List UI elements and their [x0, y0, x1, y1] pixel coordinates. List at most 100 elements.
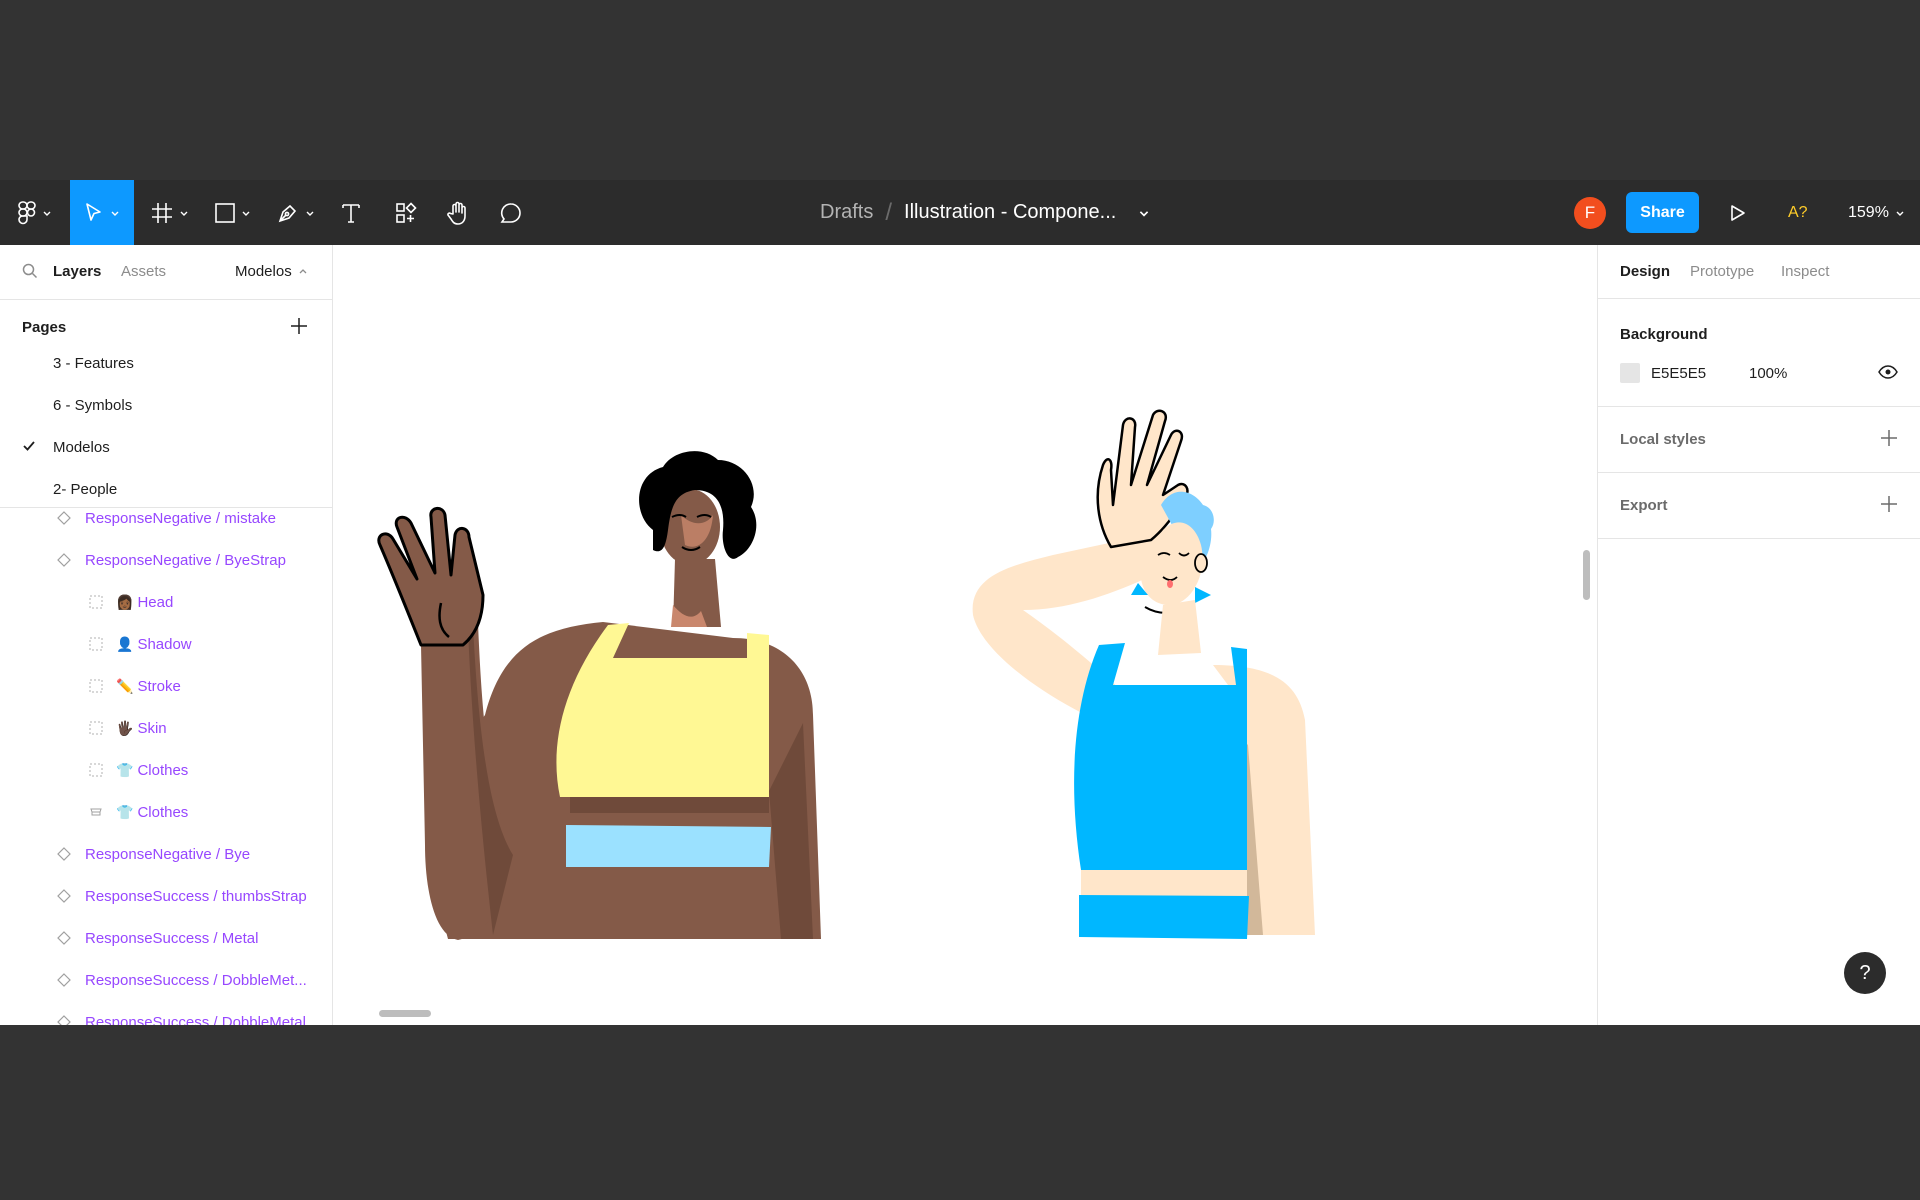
chevron-down-icon — [43, 211, 51, 216]
layer-row[interactable]: 👕 Clothes — [0, 749, 332, 791]
chevron-down-icon — [242, 211, 250, 216]
breadcrumb: Drafts / Illustration - Compone... — [820, 180, 1150, 245]
plus-icon[interactable] — [1880, 429, 1898, 447]
eye-icon[interactable] — [1878, 364, 1898, 380]
chevron-down-icon — [111, 211, 119, 216]
page-item-selected[interactable]: Modelos — [0, 426, 332, 468]
chevron-down-icon[interactable] — [1138, 207, 1150, 219]
layer-row[interactable]: 👤 Shadow — [0, 623, 332, 665]
frame-dashed-icon — [88, 720, 104, 736]
pen-tool-button[interactable] — [268, 180, 324, 245]
chevron-up-icon — [299, 268, 307, 273]
component-icon — [56, 510, 72, 526]
plus-icon[interactable] — [1880, 495, 1898, 513]
plus-icon[interactable] — [289, 316, 309, 336]
frame-tool-button[interactable] — [142, 180, 198, 245]
page-label: 2- People — [53, 480, 118, 498]
layer-row[interactable]: 👕 Clothes — [0, 791, 332, 833]
export-section: Export — [1598, 473, 1920, 539]
hand-emoji-icon: 🖐🏿 — [116, 719, 134, 736]
accessibility-badge[interactable]: A? — [1788, 180, 1808, 245]
resources-button[interactable] — [388, 180, 424, 245]
layer-row[interactable]: ResponseSuccess / Metal — [0, 917, 332, 959]
frame-dashed-icon — [88, 678, 104, 694]
layer-row[interactable]: ResponseNegative / ByeStrap — [0, 539, 332, 581]
text-tool-icon — [342, 203, 360, 223]
page-selector[interactable]: Modelos — [235, 263, 308, 280]
horizontal-scrollbar[interactable] — [379, 1010, 431, 1017]
background-hex-input[interactable]: E5E5E5 — [1651, 365, 1706, 382]
layer-label: 👤 Shadow — [116, 635, 192, 653]
tab-layers[interactable]: Layers — [53, 263, 101, 280]
layer-label: ResponseNegative / mistake — [85, 509, 276, 527]
vertical-scrollbar[interactable] — [1583, 550, 1590, 600]
layer-label: ResponseSuccess / thumbsStrap — [85, 887, 307, 905]
head-emoji-icon: 👩🏾 — [116, 593, 134, 610]
layer-row[interactable]: 🖐🏿 Skin — [0, 707, 332, 749]
pages-title: Pages — [22, 319, 67, 336]
present-button[interactable] — [1720, 180, 1756, 245]
layer-row[interactable]: ResponseSuccess / DobbleMetal — [0, 1001, 332, 1026]
page-label: 6 - Symbols — [53, 396, 133, 414]
facepalm-woman-illustration[interactable] — [972, 409, 1315, 939]
page-item[interactable]: 2- People — [0, 468, 332, 507]
shirt-emoji-icon: 👕 — [116, 803, 134, 820]
current-page-label: Modelos — [235, 263, 292, 280]
zoom-dropdown[interactable]: 159% — [1848, 180, 1905, 245]
page-item[interactable]: 6 - Symbols — [0, 384, 332, 426]
background-section: Background E5E5E5 100% — [1598, 299, 1920, 407]
layer-row[interactable]: ResponseNegative / mistake — [0, 508, 332, 539]
background-opacity-input[interactable]: 100% — [1749, 365, 1787, 382]
background-color-swatch[interactable] — [1620, 363, 1640, 383]
tab-prototype[interactable]: Prototype — [1690, 263, 1754, 280]
checkmark-icon — [23, 441, 35, 451]
move-tool-button[interactable] — [70, 180, 134, 245]
layer-row[interactable]: 👩🏾 Head — [0, 581, 332, 623]
page-item[interactable]: 3 - Features — [0, 353, 332, 384]
tab-inspect[interactable]: Inspect — [1781, 263, 1829, 280]
page-label: Modelos — [53, 438, 110, 456]
waving-woman-illustration[interactable] — [377, 451, 821, 940]
figma-menu-icon — [18, 200, 36, 224]
component-icon — [56, 846, 72, 862]
breadcrumb-separator: / — [885, 198, 893, 226]
left-sidebar: Layers Assets Modelos Pages 3 - Features… — [0, 245, 333, 1025]
layer-label: 👩🏾 Head — [116, 593, 174, 611]
frame-dashed-icon — [88, 594, 104, 610]
file-name[interactable]: Illustration - Compone... — [904, 201, 1116, 224]
shadow-emoji-icon: 👤 — [116, 635, 134, 652]
layer-label: ResponseNegative / Bye — [85, 845, 251, 863]
layer-label: ResponseSuccess / DobbleMetal — [85, 1013, 306, 1026]
layer-row[interactable]: ResponseSuccess / DobbleMet... — [0, 959, 332, 1001]
illustration-artwork[interactable] — [333, 245, 1597, 1025]
comment-tool-button[interactable] — [493, 180, 529, 245]
help-button[interactable]: ? — [1844, 952, 1886, 994]
background-title: Background — [1620, 326, 1708, 343]
frame-tool-icon — [152, 202, 172, 223]
search-icon[interactable] — [22, 263, 38, 279]
tab-assets[interactable]: Assets — [121, 263, 166, 280]
hand-tool-button[interactable] — [440, 180, 476, 245]
page-label: 3 - Features — [53, 354, 134, 372]
right-panel-tabs: Design Prototype Inspect — [1598, 245, 1920, 299]
layer-label: 🖐🏿 Skin — [116, 719, 167, 737]
user-avatar[interactable]: F — [1574, 197, 1606, 229]
layers-list: ResponseNegative / mistake ResponseNegat… — [0, 508, 332, 1026]
text-tool-button[interactable] — [333, 180, 369, 245]
export-title: Export — [1620, 497, 1668, 514]
chevron-down-icon — [306, 211, 314, 216]
layer-row[interactable]: ✏️ Stroke — [0, 665, 332, 707]
layer-label: ResponseSuccess / DobbleMet... — [85, 971, 307, 989]
component-icon — [56, 930, 72, 946]
layer-label: ResponseNegative / ByeStrap — [85, 551, 286, 569]
left-panel-tabs: Layers Assets Modelos — [0, 245, 332, 299]
shape-tool-button[interactable] — [205, 180, 261, 245]
tab-design[interactable]: Design — [1620, 263, 1670, 280]
share-button[interactable]: Share — [1626, 192, 1699, 233]
layer-row[interactable]: ResponseNegative / Bye — [0, 833, 332, 875]
layer-row[interactable]: ResponseSuccess / thumbsStrap — [0, 875, 332, 917]
design-canvas[interactable] — [333, 245, 1597, 1025]
main-menu-button[interactable] — [12, 180, 58, 245]
component-icon — [56, 888, 72, 904]
breadcrumb-drafts-link[interactable]: Drafts — [820, 201, 873, 224]
